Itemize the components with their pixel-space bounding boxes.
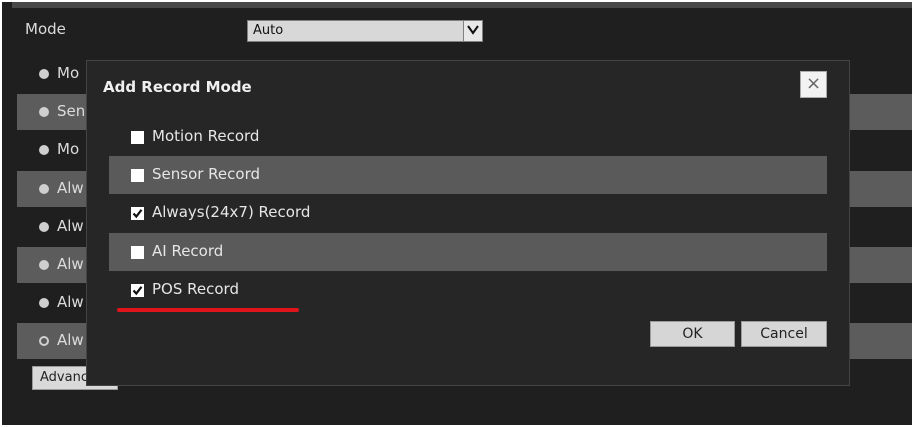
checkbox[interactable]	[131, 245, 144, 259]
radio-icon[interactable]	[39, 336, 49, 347]
radio-icon[interactable]	[39, 69, 49, 79]
radio-icon[interactable]	[39, 183, 49, 194]
record-mode-row-label: Mo	[57, 140, 80, 159]
record-mode-settings-page: Mode Auto Mo Sen Mo Alw Alw Alw Alw Alw Advanc …	[2, 2, 912, 425]
mode-select-value: Auto	[253, 23, 284, 38]
radio-icon[interactable]	[39, 298, 49, 309]
option-row[interactable]: AI Record	[109, 232, 827, 271]
option-label: POS Record	[152, 279, 239, 298]
add-record-mode-dialog: Add Record Mode × Motion Record Sensor Re…	[86, 60, 850, 386]
record-mode-row-label: Alw	[57, 331, 84, 350]
record-mode-row-label: Alw	[57, 216, 84, 235]
record-mode-row-label: Sen	[57, 102, 86, 121]
option-row[interactable]: POS Record	[109, 271, 827, 309]
close-icon[interactable]: ×	[800, 71, 827, 98]
mode-select[interactable]: Auto	[247, 20, 483, 42]
checkbox[interactable]	[131, 131, 144, 144]
dialog-title: Add Record Mode	[103, 78, 252, 96]
record-mode-row-label: Alw	[57, 293, 84, 312]
record-mode-row-label: Alw	[57, 178, 84, 197]
checkmark-icon	[132, 209, 143, 219]
checkbox[interactable]	[131, 207, 144, 221]
option-label: Always(24x7) Record	[152, 203, 311, 222]
checkbox[interactable]	[131, 169, 144, 183]
highlight-underline	[117, 308, 299, 312]
radio-icon[interactable]	[39, 221, 49, 232]
option-label: Sensor Record	[152, 165, 261, 184]
option-label: Motion Record	[152, 127, 260, 145]
cancel-button[interactable]: Cancel	[741, 321, 827, 347]
record-mode-row-label: Mo	[57, 64, 80, 82]
option-row[interactable]: Always(24x7) Record	[109, 194, 827, 232]
option-label: AI Record	[152, 241, 224, 260]
radio-icon[interactable]	[39, 107, 49, 118]
radio-icon[interactable]	[39, 260, 49, 270]
mode-label: Mode	[25, 20, 66, 38]
record-mode-row-label: Alw	[57, 255, 84, 273]
chevron-down-icon[interactable]	[463, 21, 482, 41]
checkmark-icon	[132, 285, 143, 295]
radio-icon[interactable]	[39, 145, 49, 156]
checkbox[interactable]	[131, 283, 144, 297]
top-strip	[12, 2, 912, 8]
option-row[interactable]: Sensor Record	[109, 156, 827, 195]
ok-button[interactable]: OK	[650, 321, 735, 347]
option-row[interactable]: Motion Record	[109, 118, 827, 156]
